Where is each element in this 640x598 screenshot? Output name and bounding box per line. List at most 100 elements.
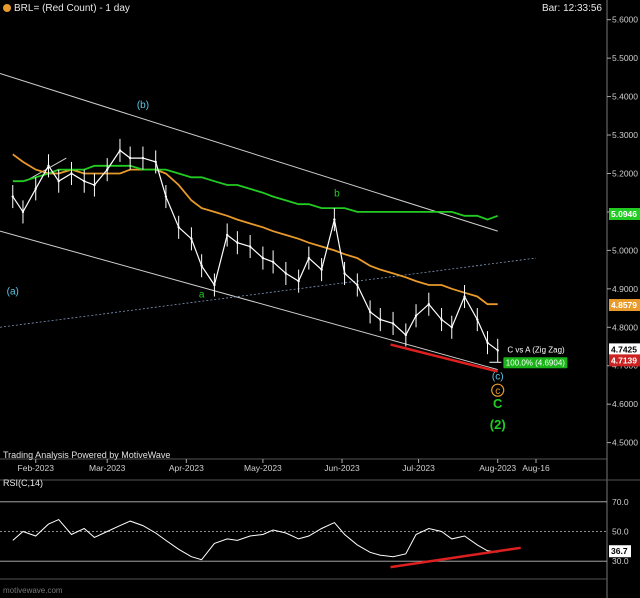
time-tick-label: May-2023 <box>244 463 282 473</box>
price-point <box>333 218 336 221</box>
price-tick-label: 5.0000 <box>612 245 638 255</box>
price-point <box>368 310 372 314</box>
price-point <box>141 156 145 160</box>
wave-label: a <box>199 290 205 301</box>
price-point <box>154 160 157 164</box>
price-marker-label: 4.7425 <box>611 344 637 354</box>
price-point <box>496 349 499 352</box>
price-point <box>476 318 479 321</box>
price-point <box>284 272 288 275</box>
rsi-title: RSI(C,14) <box>3 478 43 488</box>
price-tick-label: 4.9000 <box>612 284 638 294</box>
price-point <box>57 179 60 183</box>
red-price-trendline <box>390 343 499 373</box>
price-axis: 5.60005.50005.40005.30005.20005.10005.00… <box>607 15 640 448</box>
price-tick-label: 4.5000 <box>612 438 638 448</box>
time-tick-label: Aug-16 <box>522 463 550 473</box>
price-point <box>391 322 395 325</box>
price-point <box>297 279 300 283</box>
price-point <box>128 156 132 160</box>
price-point <box>450 326 453 329</box>
price-point <box>11 195 14 198</box>
price-point <box>486 341 489 344</box>
channel-upper-line <box>0 73 498 232</box>
price-point <box>34 187 37 191</box>
price-point <box>93 183 96 187</box>
price-point <box>440 318 443 321</box>
chart-title-text: BRL= (Red Count) - 1 day <box>14 3 130 14</box>
price-point <box>379 318 382 321</box>
chart-title: BRL= (Red Count) - 1 day <box>3 3 130 14</box>
rsi-pane: RSI(C,14) 70.0 50.0 30.036.7 <box>0 478 631 569</box>
price-marker-label: 4.8579 <box>611 300 637 310</box>
price-point <box>248 245 252 248</box>
credit-text: Trading Analysis Powered by MotiveWave <box>3 450 171 460</box>
wave-label: C <box>493 396 503 411</box>
price-tick-label: 5.2000 <box>612 168 638 178</box>
price-point <box>463 295 466 298</box>
price-series <box>11 138 499 362</box>
rsi-tick-label: 30.0 <box>612 556 629 566</box>
wave-label: (b) <box>137 100 149 111</box>
price-point <box>83 179 86 183</box>
annotation-value: 100.0% (4.6904) <box>506 358 565 367</box>
price-point <box>118 149 122 152</box>
price-point <box>47 164 50 167</box>
rsi-line <box>12 518 498 561</box>
rsi-tick-label: 70.0 <box>612 497 629 507</box>
rsi-current-label: 36.7 <box>611 546 628 556</box>
rsi-divergence-line <box>390 546 521 569</box>
price-tick-label: 4.8000 <box>612 322 638 332</box>
bar-time: Bar: 12:33:56 <box>541 3 602 14</box>
price-point <box>320 268 323 271</box>
time-tick-label: Aug-2023 <box>479 463 516 473</box>
price-point <box>414 314 418 317</box>
trend-channel <box>0 73 537 373</box>
price-point <box>261 256 265 260</box>
price-tick-label: 5.6000 <box>612 15 638 25</box>
price-point <box>307 256 311 260</box>
price-point <box>356 283 359 287</box>
time-axis: Feb-2023 Mar-2023 Apr-2023 May-2023 Jun-2023… <box>18 459 550 473</box>
wave-label: (c) <box>492 372 504 383</box>
moving-averages <box>12 153 499 306</box>
wave-label: (a) <box>7 287 19 298</box>
price-line <box>12 149 499 351</box>
wave-labels: (a)(b)ab(c)cC(2)C vs A (Zig Zag)100.0% (… <box>7 100 568 432</box>
price-point <box>427 303 430 306</box>
annotation-title: C vs A (Zig Zag) <box>507 345 565 354</box>
price-point <box>21 210 25 214</box>
chart: (a)(b)ab(c)cC(2)C vs A (Zig Zag)100.0% (… <box>0 0 640 598</box>
symbol-dot-icon <box>3 4 11 12</box>
wave-label: b <box>334 189 340 200</box>
channel-lower-line <box>0 230 498 371</box>
price-point <box>343 272 346 275</box>
price-point <box>213 283 216 287</box>
price-point <box>236 241 239 244</box>
ma-orange-line <box>12 153 498 306</box>
price-point <box>190 237 193 241</box>
price-point <box>164 195 168 198</box>
price-marker-label: 4.7139 <box>611 355 637 365</box>
price-point <box>106 168 109 171</box>
price-marker-label: 5.0946 <box>611 209 637 219</box>
price-point <box>404 333 408 337</box>
wave-label: (2) <box>490 417 506 432</box>
price-point <box>271 260 275 264</box>
time-tick-label: Jun-2023 <box>324 463 360 473</box>
price-point <box>70 172 73 175</box>
price-point <box>177 226 180 229</box>
price-point <box>200 264 203 267</box>
rsi-tick-label: 50.0 <box>612 527 629 537</box>
time-tick-label: Mar-2023 <box>89 463 126 473</box>
time-tick-label: Feb-2023 <box>18 463 55 473</box>
chart-frame <box>0 0 640 598</box>
price-tick-label: 5.5000 <box>612 53 638 63</box>
time-tick-label: Apr-2023 <box>169 463 204 473</box>
price-tick-label: 5.3000 <box>612 130 638 140</box>
watermark: motivewave.com <box>3 586 63 595</box>
price-tick-label: 4.6000 <box>612 399 638 409</box>
price-tick-label: 5.4000 <box>612 92 638 102</box>
price-point <box>225 233 229 237</box>
time-tick-label: Jul-2023 <box>402 463 435 473</box>
